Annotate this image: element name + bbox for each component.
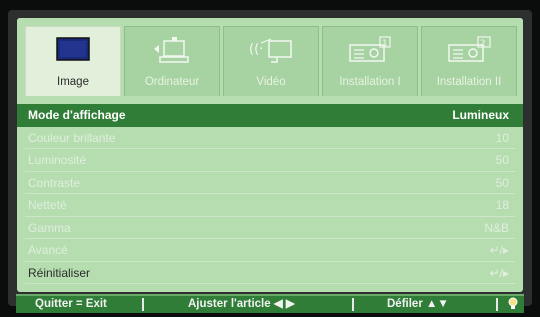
menu-item-value: N&B [484, 220, 509, 235]
osd-panel: Image Ordinateur ((· Vidéo 1 Installatio… [17, 18, 523, 292]
tab-video-label: Vidéo [256, 76, 286, 88]
row-divider [25, 283, 515, 284]
menu-item-value: ↵/▸ [489, 243, 509, 257]
menu-item-label: Couleur brillante [28, 130, 116, 145]
computer-icon [150, 35, 194, 72]
svg-text:1: 1 [382, 39, 388, 49]
menu-item-luminosite: Luminosité 50 [17, 149, 523, 172]
tab-bar: Image Ordinateur ((· Vidéo 1 Installatio… [17, 18, 523, 98]
tab-installation-2[interactable]: 2 Installation II [421, 26, 517, 96]
svg-text:((·: ((· [249, 42, 263, 57]
menu-item-value: ↵/▸ [489, 265, 509, 280]
menu-item-nettete: Netteté 18 [17, 194, 523, 217]
exit-hint: Quitter = Exit [35, 298, 107, 310]
lamp-icon [507, 296, 519, 317]
tab-installation-1[interactable]: 1 Installation I [322, 26, 418, 96]
tab-installation-1-label: Installation I [339, 76, 401, 88]
menu-item-couleur-brillante: Couleur brillante 10 [17, 127, 523, 149]
menu-item-label: Avancé [28, 243, 68, 257]
menu-item-label: Mode d'affichage [28, 108, 126, 122]
footer-divider [142, 298, 144, 311]
scroll-hint: Défiler ▲▼ [387, 298, 449, 310]
menu-item-label: Luminosité [28, 153, 87, 167]
monitor-icon [53, 35, 93, 70]
projector-osd: Image Ordinateur ((· Vidéo 1 Installatio… [8, 10, 532, 313]
menu-item-label: Réinitialiser [28, 265, 91, 280]
menu-item-label: Gamma [28, 220, 71, 235]
menu-item-gamma: Gamma N&B [17, 217, 523, 239]
tab-image[interactable]: Image [25, 26, 121, 96]
tab-ordinateur-label: Ordinateur [144, 76, 200, 88]
footer-divider [352, 298, 354, 311]
menu-item-value: Lumineux [452, 108, 509, 122]
menu-item-mode-affichage[interactable]: Mode d'affichage Lumineux [17, 104, 523, 127]
menu-item-value: 50 [495, 175, 509, 190]
menu-item-label: Netteté [28, 198, 67, 212]
tab-image-label: Image [57, 76, 89, 88]
projector-settings-icon: 2 [445, 35, 493, 72]
tab-ordinateur[interactable]: Ordinateur [124, 26, 220, 96]
video-source-icon: ((· [247, 35, 295, 72]
menu-list: Mode d'affichage Lumineux Couleur brilla… [17, 104, 523, 284]
projector-icon: 1 [346, 35, 394, 72]
footer-divider [496, 298, 498, 311]
help-bar: Quitter = Exit Ajuster l'article ◀ ▶ Déf… [16, 294, 524, 313]
menu-item-label: Contraste [28, 175, 81, 190]
menu-item-value: 50 [495, 153, 509, 167]
menu-item-value: 10 [495, 130, 509, 145]
tab-video[interactable]: ((· Vidéo [223, 26, 319, 96]
svg-text:2: 2 [480, 39, 486, 49]
tab-installation-2-label: Installation II [436, 76, 502, 88]
menu-item-contraste: Contraste 50 [17, 172, 523, 194]
menu-item-value: 18 [495, 198, 509, 212]
menu-item-reinitialiser[interactable]: Réinitialiser ↵/▸ [17, 262, 523, 284]
adjust-hint: Ajuster l'article ◀ ▶ [188, 298, 295, 310]
menu-item-avance: Avancé ↵/▸ [17, 239, 523, 262]
